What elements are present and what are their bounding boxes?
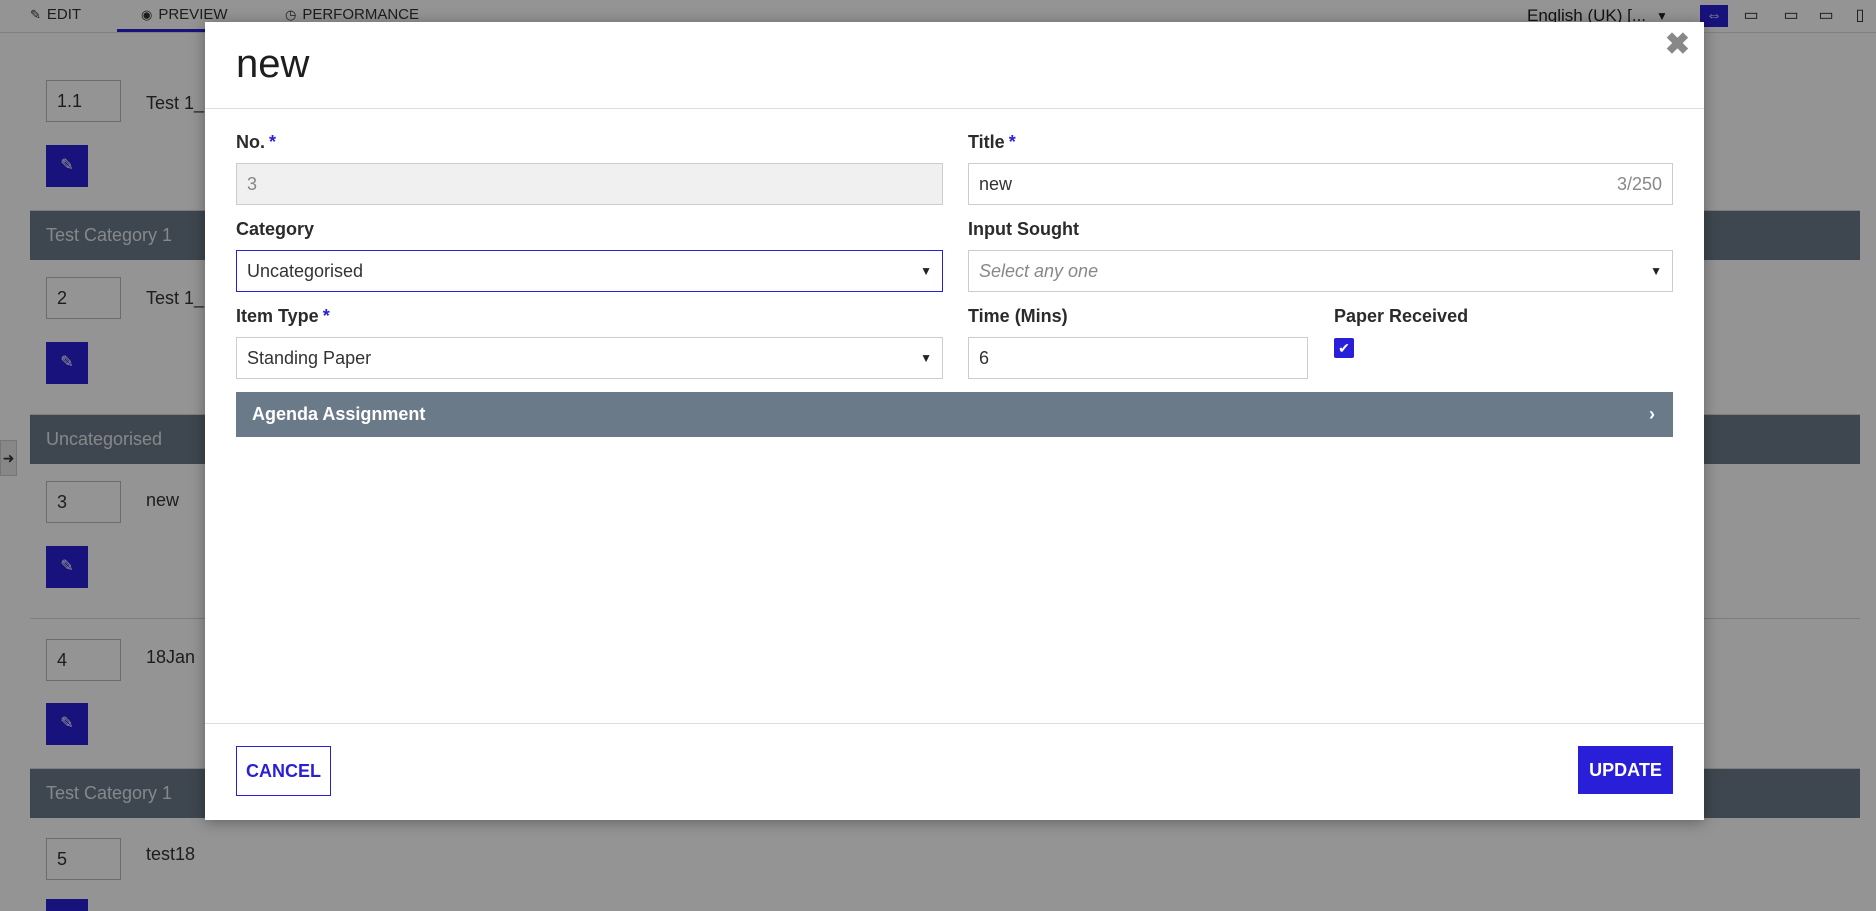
time-value: 6	[979, 348, 990, 368]
category-value: Uncategorised	[247, 261, 364, 281]
checkmark-icon: ✔	[1338, 340, 1350, 356]
category-select[interactable]: Uncategorised ▼	[236, 250, 943, 292]
cancel-button[interactable]: CANCEL	[236, 746, 331, 796]
close-icon[interactable]: ✖	[1665, 27, 1690, 62]
no-field: 3	[236, 163, 943, 205]
chevron-down-icon: ▼	[1650, 264, 1662, 278]
input-sought-placeholder: Select any one	[979, 261, 1099, 281]
no-label-text: No.	[236, 132, 265, 152]
item-type-label: Item Type *	[236, 306, 330, 327]
dialog-title: new	[236, 42, 310, 86]
paper-received-label: Paper Received	[1334, 306, 1469, 326]
update-button[interactable]: UPDATE	[1578, 746, 1673, 794]
char-counter: 3/250	[1616, 174, 1662, 194]
chevron-right-icon: ›	[1649, 404, 1655, 424]
accordion-label: Agenda Assignment	[252, 404, 426, 424]
category-label: Category	[236, 219, 315, 239]
item-type-label-text: Item Type	[236, 306, 319, 326]
edit-item-dialog: new ✖ No. * 3 Title * new 3/250 Category U…	[205, 22, 1704, 820]
title-label: Title *	[968, 132, 1016, 153]
title-field[interactable]: new 3/250	[968, 163, 1673, 205]
agenda-assignment-accordion[interactable]: Agenda Assignment ›	[236, 392, 1673, 437]
required-marker: *	[322, 306, 330, 326]
input-sought-select[interactable]: Select any one ▼	[968, 250, 1673, 292]
item-type-value: Standing Paper	[247, 348, 372, 368]
time-label: Time (Mins)	[968, 306, 1068, 326]
dialog-footer: CANCEL UPDATE	[205, 723, 1704, 820]
no-label: No. *	[236, 132, 276, 153]
paper-received-checkbox[interactable]: ✔	[1334, 338, 1354, 358]
time-field[interactable]: 6	[968, 337, 1308, 379]
chevron-down-icon: ▼	[920, 264, 932, 278]
dialog-header: new ✖	[205, 22, 1704, 109]
no-value: 3	[247, 174, 258, 194]
item-type-select[interactable]: Standing Paper ▼	[236, 337, 943, 379]
required-marker: *	[269, 132, 277, 152]
input-sought-label: Input Sought	[968, 219, 1079, 239]
title-value: new	[979, 174, 1013, 194]
required-marker: *	[1008, 132, 1016, 152]
chevron-down-icon: ▼	[920, 351, 932, 365]
title-label-text: Title	[968, 132, 1005, 152]
